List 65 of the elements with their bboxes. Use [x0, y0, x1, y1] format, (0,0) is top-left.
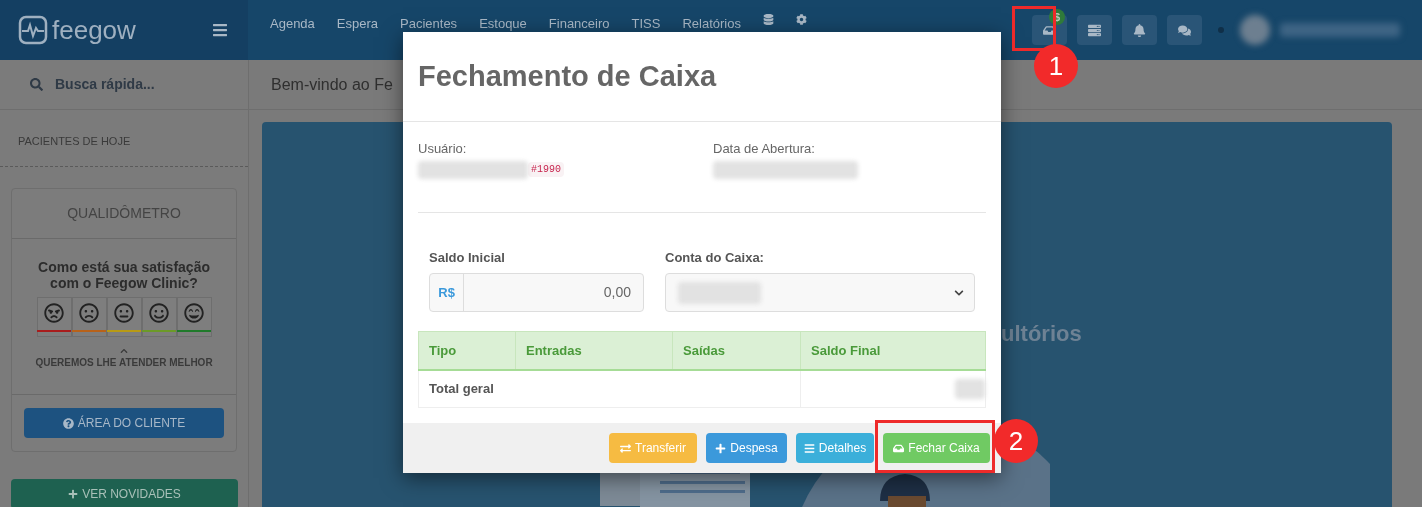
nav-link[interactable]: Espera: [336, 14, 379, 34]
face-icon: [184, 302, 204, 323]
server-button[interactable]: [1077, 15, 1112, 45]
user-id-tag: #1990: [528, 162, 564, 177]
menu-icon[interactable]: [212, 22, 228, 38]
field-label: Saldo Inicial: [429, 248, 506, 267]
plus-icon: [68, 489, 79, 499]
user-avatar[interactable]: [1240, 15, 1270, 45]
face-icon: [79, 302, 99, 323]
details-button[interactable]: Detalhes: [796, 433, 874, 463]
face-icon: [114, 302, 134, 323]
rating-face-button[interactable]: [36, 297, 72, 337]
rating-face-button[interactable]: [106, 297, 142, 337]
card-title: QUALIDÔMETRO: [67, 204, 181, 223]
field-label: Data de Abertura:: [713, 140, 816, 158]
expense-button[interactable]: Despesa: [706, 433, 787, 463]
column-header: Tipo: [418, 331, 516, 370]
database-icon[interactable]: [762, 14, 774, 25]
arrows-icon: [620, 442, 632, 454]
search-icon: [30, 78, 43, 91]
nav-link[interactable]: TISS: [631, 14, 661, 34]
welcome-title: Bem-vindo ao Fe: [271, 74, 393, 95]
client-area-button[interactable]: ÁREA DO CLIENTE: [24, 408, 224, 438]
face-icon: [149, 302, 169, 323]
field-label: Conta do Caixa:: [665, 248, 765, 267]
inbox-icon: [1043, 23, 1056, 37]
currency-prefix: R$: [430, 274, 465, 311]
nav-link[interactable]: Estoque: [479, 14, 527, 34]
quick-search[interactable]: Busca rápida...: [55, 74, 155, 95]
chevron-down-icon: [954, 287, 964, 298]
step-marker: 1: [1034, 44, 1078, 88]
plus-icon: [715, 442, 727, 454]
field-label: Usuário:: [418, 140, 468, 158]
balance-input-group[interactable]: R$ 0,00: [429, 273, 644, 312]
section-title: PACIENTES DE HOJE: [18, 135, 131, 147]
logo-icon: [18, 15, 48, 45]
inbox-icon: [893, 442, 905, 454]
rating-face-button[interactable]: [176, 297, 212, 337]
initial-balance-field[interactable]: 0,00: [464, 274, 643, 311]
chat-button[interactable]: [1167, 15, 1202, 45]
list-icon: [803, 442, 815, 454]
chat-icon: [1178, 23, 1191, 37]
nav-link[interactable]: Pacientes: [400, 14, 458, 34]
banner-heading: ultórios: [1001, 321, 1082, 346]
news-button[interactable]: VER NOVIDADES: [11, 479, 238, 507]
chevron-up-icon[interactable]: [120, 347, 128, 355]
column-header: Saídas: [672, 331, 801, 370]
dialog-title: Fechamento de Caixa: [418, 58, 717, 94]
column-header: Entradas: [515, 331, 673, 370]
column-header: Saldo Final: [800, 331, 986, 370]
nav-link[interactable]: Agenda: [270, 14, 315, 34]
bell-icon: [1133, 23, 1146, 37]
rating-face-button[interactable]: [141, 297, 177, 337]
notifications-button[interactable]: [1122, 15, 1157, 45]
face-icon: [44, 302, 64, 323]
satisfaction-question: Como está sua satisfação com o Feegow Clinic?: [37, 259, 211, 291]
nav-link[interactable]: Financeiro: [548, 14, 610, 34]
nav-link[interactable]: Relatórios: [682, 14, 741, 34]
rating-face-button[interactable]: [71, 297, 107, 337]
settings-icon[interactable]: [795, 14, 807, 25]
help-icon: [62, 417, 74, 429]
brand-name: feegow: [52, 13, 136, 47]
table-cell: Total geral: [418, 369, 801, 408]
server-icon: [1088, 23, 1101, 37]
feedback-note: QUEREMOS LHE ATENDER MELHOR: [35, 356, 213, 370]
